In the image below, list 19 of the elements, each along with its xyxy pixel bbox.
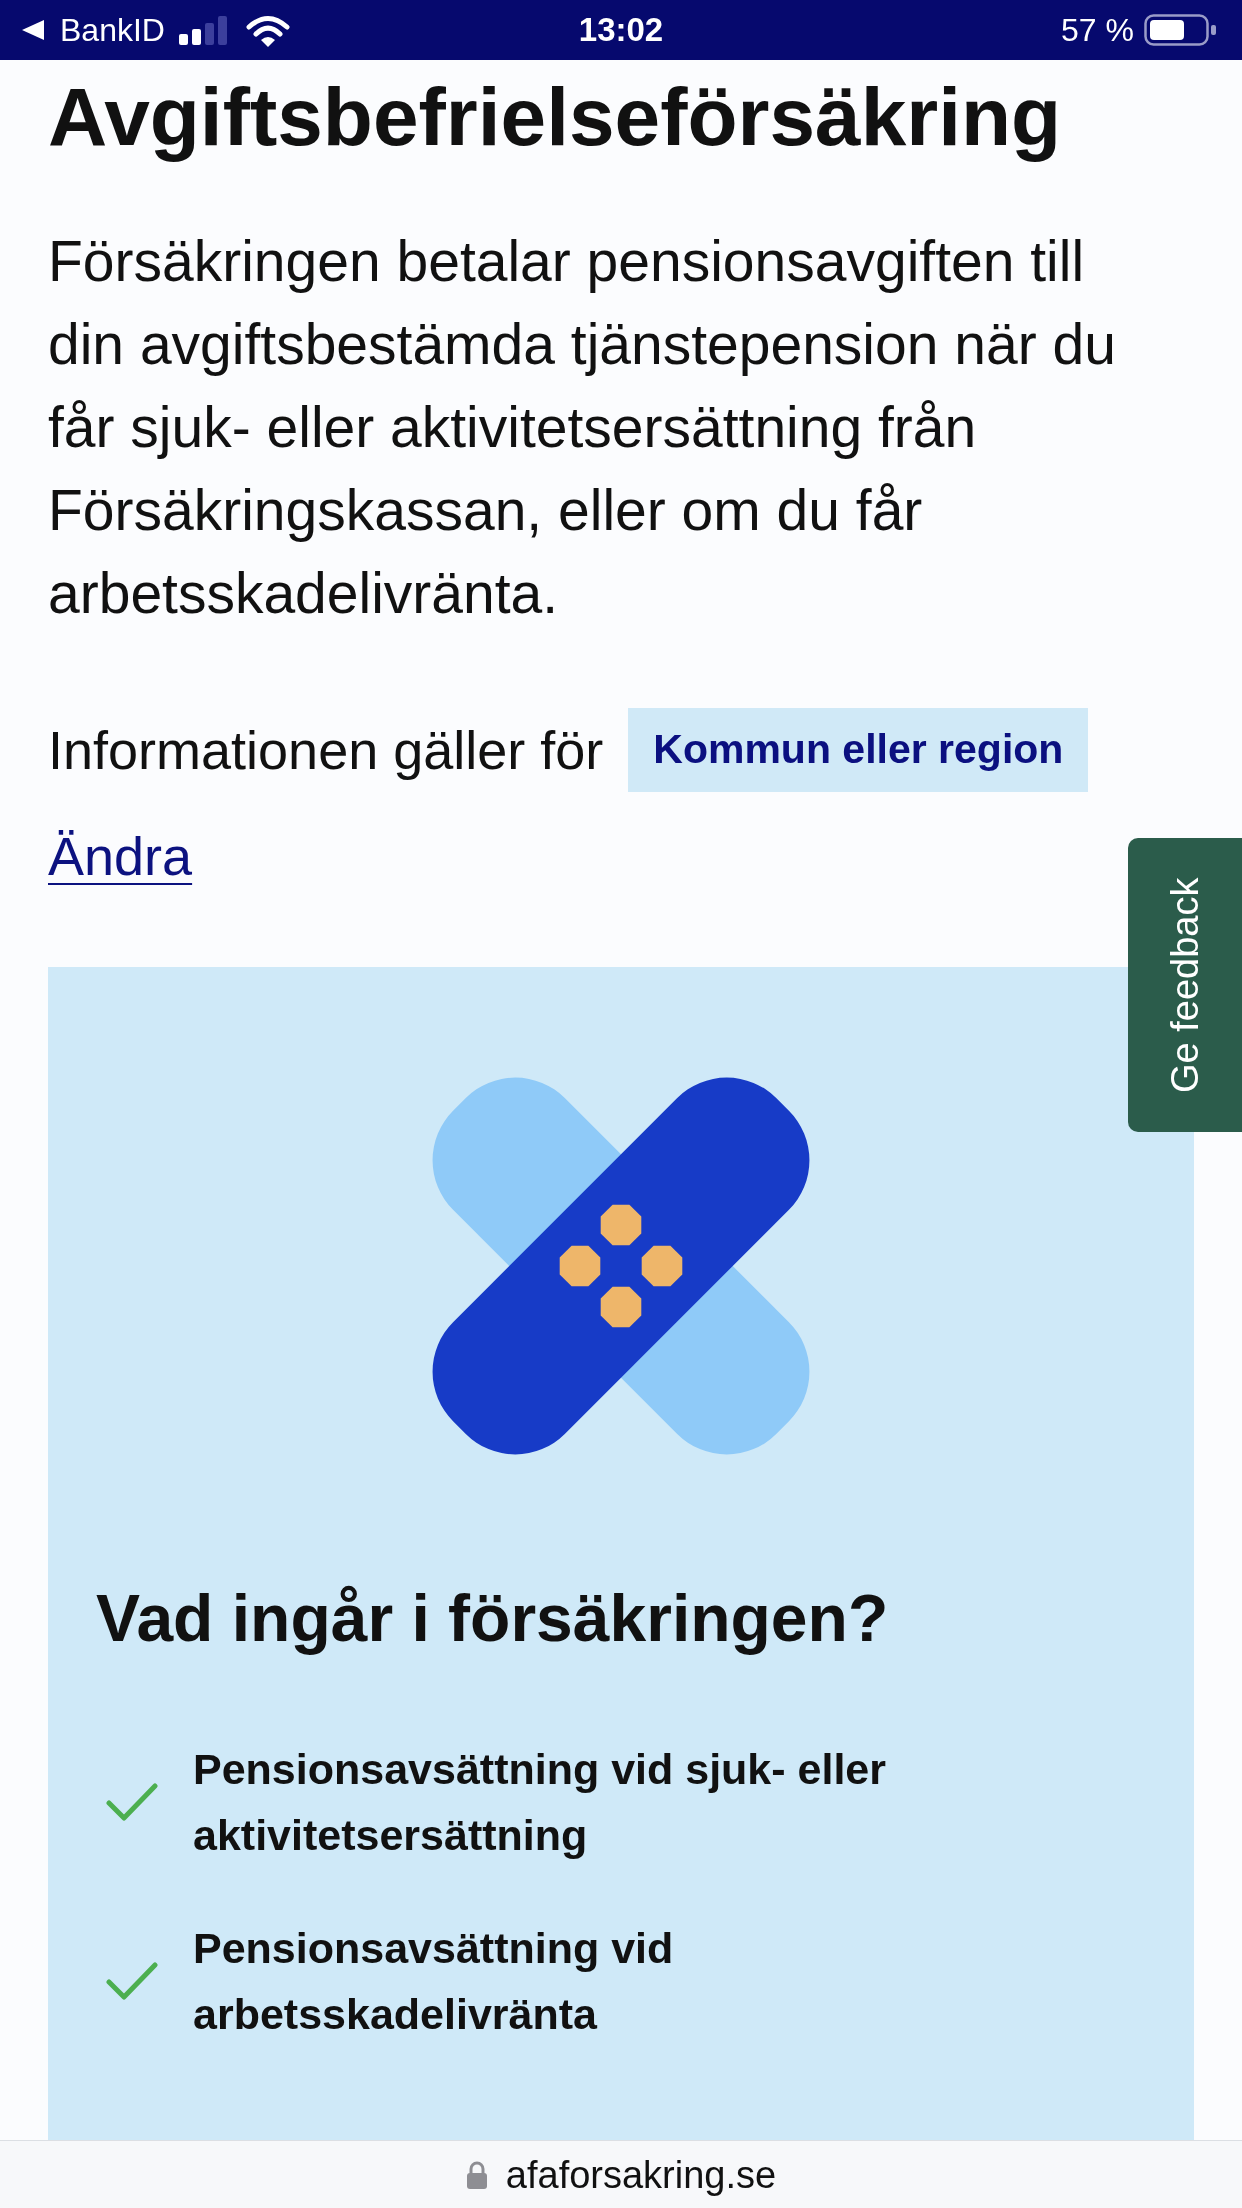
coverage-item-text: Pensionsavsättning vid arbetsskadelivränta (193, 1923, 675, 2040)
lock-icon (465, 2160, 488, 2189)
back-to-app-link[interactable]: BankID (22, 10, 165, 50)
coverage-item-text: Pensionsavsättning vid sjuk- eller aktivitetsersättning (193, 1744, 887, 1861)
back-triangle-icon (22, 20, 44, 40)
address-bar[interactable]: afaforsakring.se (0, 2140, 1242, 2208)
feedback-tab[interactable]: Ge feedback (1128, 838, 1242, 1132)
check-icon (106, 1960, 158, 2002)
battery-percentage: 57 % (1061, 11, 1134, 50)
clock-time: 13:02 (578, 10, 664, 50)
coverage-heading: Vad ingår i försäkringen? (96, 1580, 890, 1657)
intro-paragraph: Försäkringen betalar pensionsavgiften till din avgiftsbestämda tjänstepension när du får sjuk- eller aktivitetsersättning från Försäkringskassan, eller om du får arbetsskadelivränta. (48, 228, 1117, 627)
audience-label: Informationen gäller för (48, 719, 604, 782)
url-text: afaforsakring.se (505, 2152, 777, 2197)
check-icon (106, 1781, 158, 1823)
change-link[interactable]: Ändra (48, 814, 193, 898)
wifi-icon (244, 13, 291, 47)
page-title: Avgiftsbefrielseförsäkring (48, 72, 1063, 162)
audience-tag: Kommun eller region (628, 708, 1089, 792)
